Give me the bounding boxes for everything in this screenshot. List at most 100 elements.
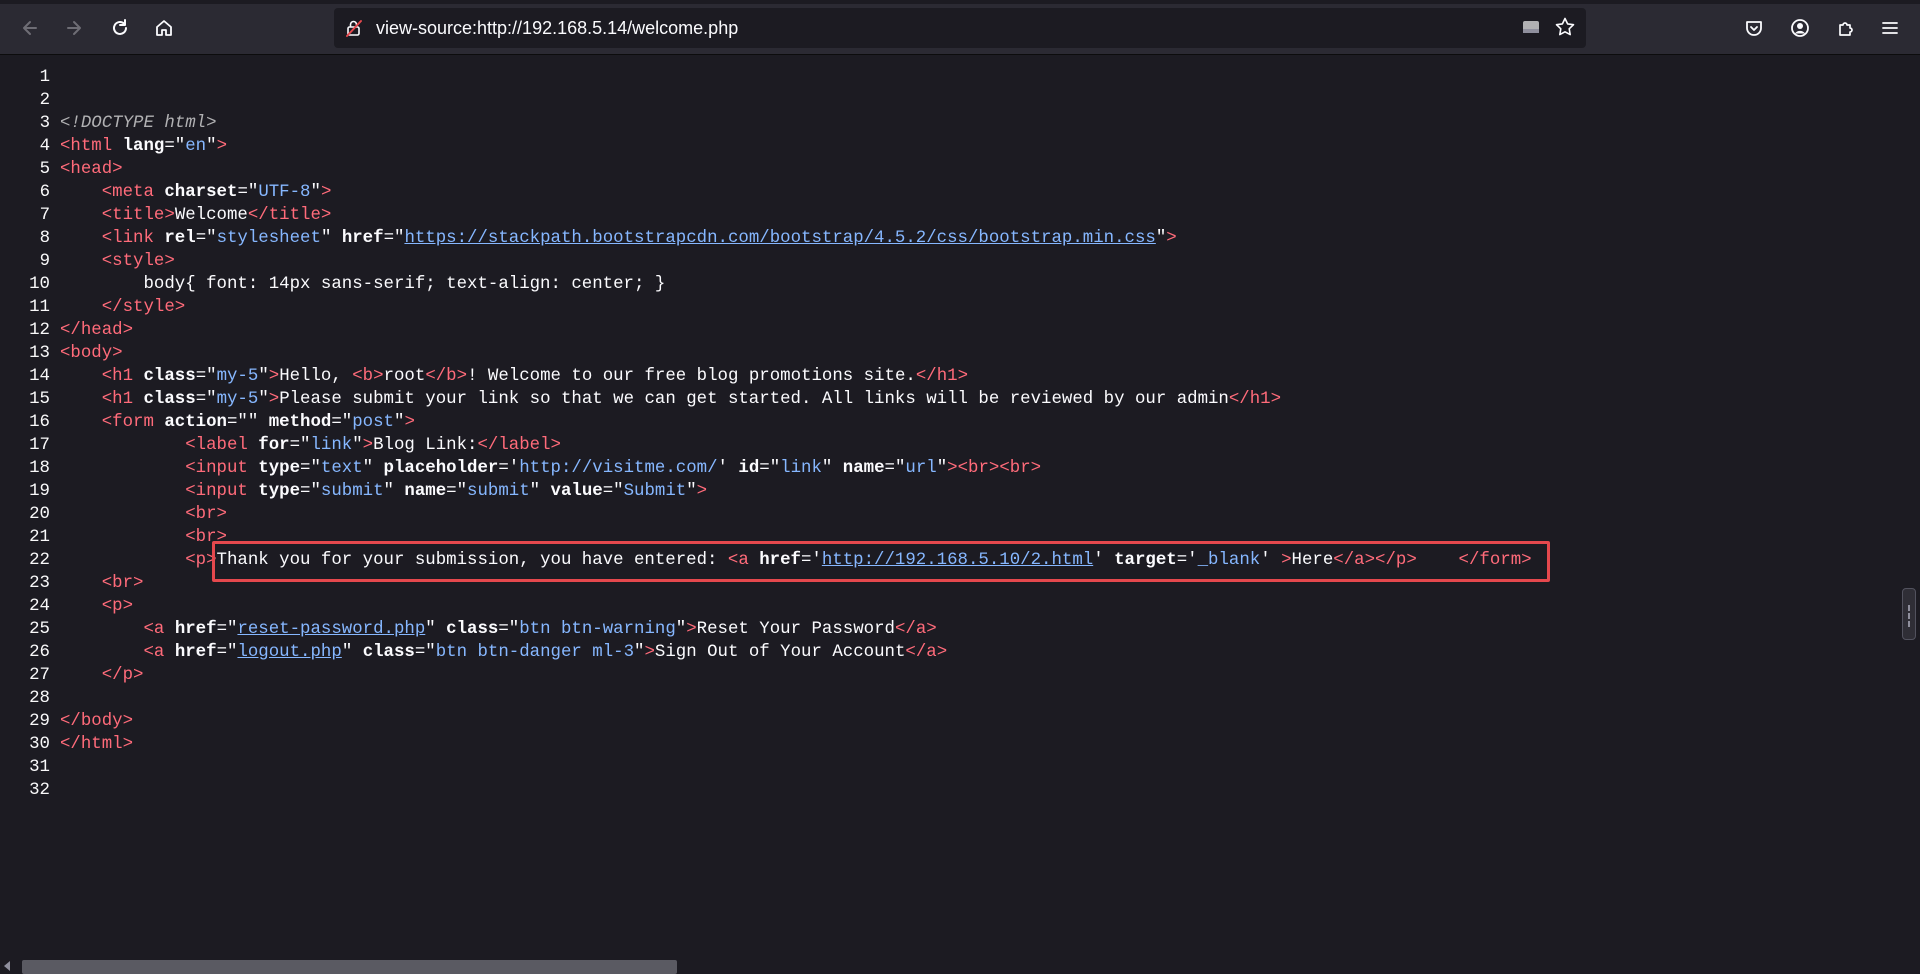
source-code: <head> [60,158,123,181]
source-token: " [341,643,363,662]
source-token: ="" [227,413,269,432]
source-token: </style> [101,298,186,317]
source-link[interactable]: http://192.168.5.10/2.html [822,551,1093,570]
source-token: en [185,137,207,156]
source-token: Blog Link: [373,436,478,455]
reload-button[interactable] [104,12,136,44]
source-link[interactable]: https://stackpath.bootstrapcdn.com/boots… [404,229,1155,248]
source-token: post [352,413,394,432]
source-token: =" [195,229,217,248]
line-number: 4 [39,137,50,156]
source-code: <style> [60,250,175,273]
source-token [60,390,102,409]
source-token: " [352,436,363,455]
pocket-button[interactable] [1738,12,1770,44]
source-token: </a> [905,643,948,662]
tab-strip-edge [0,0,1920,4]
horizontal-scrollbar[interactable] [0,958,1920,974]
source-token: action [164,413,227,432]
line-number: 17 [29,436,50,455]
source-token: </h1> [915,367,969,386]
source-token: class [446,620,499,639]
source-token: =" [446,482,468,501]
source-token: my-5 [216,367,259,386]
source-token: <!DOCTYPE html> [60,114,217,133]
app-menu-button[interactable] [1874,12,1906,44]
source-code: <br> [60,526,227,549]
browser-toolbar: view-source:http://192.168.5.14/welcome.… [0,0,1920,55]
source-token: " [634,643,645,662]
source-code: <body> [60,342,123,365]
source-code: <label for="link">Blog Link:</label> [60,434,561,457]
address-bar[interactable]: view-source:http://192.168.5.14/welcome.… [334,8,1586,48]
source-token: Hello, [279,367,353,386]
source-token: class [143,390,196,409]
reload-icon [113,19,127,35]
source-token: <label [185,436,259,455]
source-token: text [320,459,363,478]
reader-mode-button[interactable] [1520,16,1544,40]
source-token [60,551,185,570]
source-token: <a [143,643,175,662]
line-number: 26 [29,643,50,662]
source-token: =" [237,183,259,202]
source-token: Submit [623,482,687,501]
source-code: <!DOCTYPE html> [60,112,217,135]
extensions-button[interactable] [1830,12,1862,44]
bookmark-button[interactable] [1554,16,1578,40]
source-token: name [842,459,885,478]
source-token: Sign Out of Your Account [654,643,906,662]
source-token: Please submit your link so that we can g… [279,390,1229,409]
horizontal-scrollbar-thumb[interactable] [22,960,677,974]
source-token: ' [1260,551,1282,570]
line-number: 12 [29,321,50,340]
source-token: UTF-8 [258,183,311,202]
hamburger-menu-icon [1882,22,1898,34]
source-token: <a [143,620,175,639]
source-token: <b> [352,367,384,386]
source-token: <p> [185,551,217,570]
source-token: =" [216,620,238,639]
source-token: </html> [60,735,134,754]
source-token: btn btn-warning [519,620,676,639]
source-token: " [425,620,447,639]
source-token: " [383,482,405,501]
source-token: =" [331,413,353,432]
source-token: > [268,367,280,386]
source-token: ' [717,459,739,478]
source-link[interactable]: logout.php [237,643,341,662]
source-token: <form [101,413,165,432]
url-text[interactable]: view-source:http://192.168.5.14/welcome.… [376,8,738,48]
source-code: <input type="submit" name="submit" value… [60,480,707,503]
source-token: =" [414,643,436,662]
source-code: <link rel="stylesheet" href="https://sta… [60,227,1177,250]
source-token: </b> [425,367,468,386]
source-token: </h1> [1228,390,1282,409]
insecure-lock-icon[interactable] [344,18,364,38]
source-link[interactable]: reset-password.php [237,620,425,639]
source-token [60,574,102,593]
source-token: </p> [101,666,144,685]
line-number: 3 [39,114,50,133]
forward-button[interactable] [58,12,90,44]
back-button[interactable] [14,12,46,44]
line-number: 6 [39,183,50,202]
source-token: =" [300,482,321,501]
vertical-scrollbar-thumb[interactable] [1902,588,1916,640]
line-number: 16 [29,413,50,432]
source-token: <br> [185,505,227,524]
scroll-left-icon[interactable] [4,961,10,971]
home-button[interactable] [148,12,180,44]
source-code: </style> [60,296,186,319]
line-number: 8 [39,229,50,248]
source-token: <link [101,229,165,248]
account-button[interactable] [1784,12,1816,44]
source-code: <br> [60,572,144,595]
line-number: 19 [29,482,50,501]
source-code: <input type="text" placeholder='http://v… [60,457,1041,480]
source-token: " [258,390,269,409]
source-code: <meta charset="UTF-8"> [60,181,332,204]
source-token: _blank [1197,551,1261,570]
source-token: > [686,620,697,639]
source-token: value [550,482,603,501]
